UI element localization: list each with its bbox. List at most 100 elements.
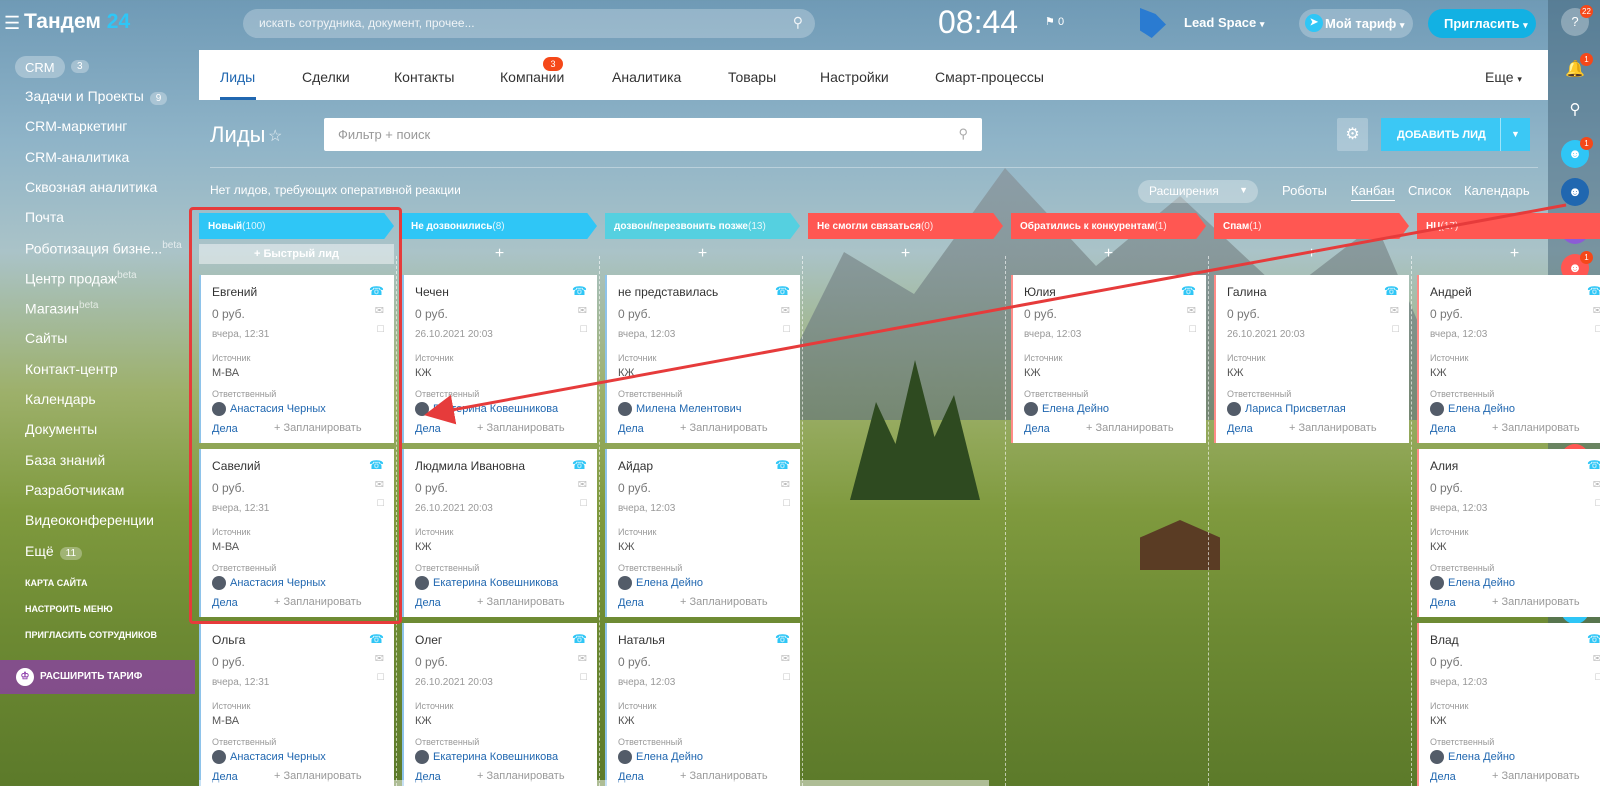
sidebar-item[interactable]: Почта	[25, 209, 64, 225]
mail-icon[interactable]: ✉	[1593, 304, 1600, 317]
sidebar-item[interactable]: Контакт-центр	[25, 361, 118, 377]
invite-button[interactable]: Пригласить ▾	[1428, 9, 1536, 38]
lead-name[interactable]: Юлия	[1024, 285, 1195, 299]
add-card-button[interactable]: +	[1214, 244, 1409, 264]
sidebar-item[interactable]: База знаний	[25, 452, 105, 468]
deals-link[interactable]: Дела	[1024, 423, 1050, 435]
upgrade-tariff-button[interactable]: ♔ РАСШИРИТЬ ТАРИФ	[0, 660, 195, 694]
add-lead-button[interactable]: ДОБАВИТЬ ЛИД ▼	[1381, 118, 1530, 151]
mail-icon[interactable]: ✉	[1390, 304, 1399, 317]
lead-name[interactable]: Олег	[415, 633, 586, 647]
tab-item[interactable]: Аналитика	[612, 69, 681, 85]
view-kanban[interactable]: Канбан	[1351, 183, 1395, 201]
add-card-button[interactable]: +	[605, 244, 800, 264]
tab-item[interactable]: Товары	[728, 69, 776, 85]
chat-icon[interactable]: □	[377, 671, 384, 683]
responsible-user[interactable]: Елена Дейно	[1430, 750, 1600, 764]
lead-card[interactable]: Юлия 0 руб. вчера, 12:03 Источник КЖ Ответств…	[1011, 275, 1206, 443]
tab-more[interactable]: Еще ▾	[1485, 69, 1522, 85]
phone-icon[interactable]: ☎	[1587, 284, 1600, 298]
chat-icon[interactable]: □	[1595, 323, 1600, 335]
chat-icon[interactable]: □	[783, 671, 790, 683]
phone-icon[interactable]: ☎	[1587, 458, 1600, 472]
search-input[interactable]: искать сотрудника, документ, прочее... ⚲	[243, 9, 815, 38]
phone-icon[interactable]: ☎	[775, 284, 790, 298]
chevron-down-icon[interactable]: ▼	[1500, 118, 1530, 151]
lead-name[interactable]: Наталья	[618, 633, 789, 647]
responsible-user[interactable]: Елена Дейно	[1430, 402, 1600, 416]
horizontal-scrollbar[interactable]	[199, 780, 989, 786]
chat-icon[interactable]: □	[1595, 671, 1600, 683]
view-robots[interactable]: Роботы	[1282, 183, 1327, 198]
flag-counter[interactable]: ⚑ 0	[1045, 15, 1064, 28]
phone-icon[interactable]: ☎	[572, 284, 587, 298]
deals-link[interactable]: Дела	[1227, 423, 1253, 435]
lead-card[interactable]: Чечен 0 руб. 26.10.2021 20:03 Источник КЖ Отв…	[402, 275, 597, 443]
lead-card[interactable]: Галина 0 руб. 26.10.2021 20:03 Источник КЖ От…	[1214, 275, 1409, 443]
phone-icon[interactable]: ☎	[775, 458, 790, 472]
bell-icon[interactable]: 🔔 1	[1561, 53, 1593, 84]
chat-icon[interactable]: □	[580, 497, 587, 509]
mail-icon[interactable]: ✉	[578, 652, 587, 665]
phone-icon[interactable]: ☎	[369, 632, 384, 646]
chat-icon[interactable]: □	[1595, 497, 1600, 509]
lead-card[interactable]: Алия 0 руб. вчера, 12:03 Источник КЖ Ответств…	[1417, 449, 1600, 617]
deals-link[interactable]: Дела	[1430, 597, 1456, 609]
lead-name[interactable]: Чечен	[415, 285, 586, 299]
help-icon[interactable]: ? 22	[1561, 5, 1593, 36]
column-header[interactable]: Не смогли связаться(0)	[808, 213, 1003, 239]
deals-link[interactable]: Дела	[415, 597, 441, 609]
sidebar-item[interactable]: Центр продажbeta	[25, 270, 137, 287]
sidebar-item[interactable]: CRM-аналитика	[25, 149, 129, 165]
plan-link[interactable]: + Запланировать	[477, 596, 565, 608]
sidebar-item[interactable]: Магазинbeta	[25, 300, 98, 317]
sidebar-item-crm[interactable]: CRM	[15, 56, 65, 78]
phone-icon[interactable]: ☎	[572, 632, 587, 646]
search-icon[interactable]: ⚲	[1561, 96, 1589, 124]
plan-link[interactable]: + Запланировать	[680, 596, 768, 608]
plan-link[interactable]: + Запланировать	[1492, 422, 1580, 434]
sidebar-item[interactable]: Сквозная аналитика	[25, 179, 157, 195]
lead-name[interactable]: Айдар	[618, 459, 789, 473]
tab-item[interactable]: Компании	[500, 69, 564, 85]
sidebar-item[interactable]: Документы	[25, 421, 97, 437]
invite-staff-link[interactable]: ПРИГЛАСИТЬ СОТРУДНИКОВ	[25, 630, 157, 640]
site-map-link[interactable]: КАРТА САЙТА	[25, 578, 87, 588]
sidebar-item[interactable]: Задачи и Проекты 9	[25, 88, 168, 105]
extensions-dropdown[interactable]: Расширения ▼	[1138, 180, 1258, 203]
mail-icon[interactable]: ✉	[1593, 652, 1600, 665]
column-header[interactable]: Спам(1)	[1214, 213, 1409, 239]
lead-card[interactable]: Олег 0 руб. 26.10.2021 20:03 Источник КЖ Отве…	[402, 623, 597, 786]
sidebar-item[interactable]: Разработчикам	[25, 482, 124, 498]
tariff-button[interactable]: ➤ Мой тариф ▾	[1299, 9, 1413, 38]
responsible-user[interactable]: Елена Дейно	[618, 576, 789, 590]
lead-name[interactable]: Влад	[1430, 633, 1600, 647]
deals-link[interactable]: Дела	[1430, 771, 1456, 783]
responsible-user[interactable]: Елена Дейно	[1430, 576, 1600, 590]
view-list[interactable]: Список	[1408, 183, 1451, 198]
logo[interactable]: Тандем 24	[24, 10, 130, 34]
lead-card[interactable]: Людмила Ивановна 0 руб. 26.10.2021 20:03 Ис…	[402, 449, 597, 617]
add-card-button[interactable]: +	[1417, 244, 1600, 264]
plan-link[interactable]: + Запланировать	[477, 422, 565, 434]
chat-avatar[interactable]: ☻	[1561, 178, 1589, 206]
plan-link[interactable]: + Запланировать	[1086, 422, 1174, 434]
phone-icon[interactable]: ☎	[1384, 284, 1399, 298]
view-calendar[interactable]: Календарь	[1464, 183, 1530, 198]
tab-item[interactable]: Лиды	[220, 69, 255, 85]
sidebar-item[interactable]: Роботизация бизне...beta	[25, 240, 182, 257]
phone-icon[interactable]: ☎	[775, 632, 790, 646]
plan-link[interactable]: + Запланировать	[1289, 422, 1377, 434]
lead-card[interactable]: не представилась 0 руб. вчера, 12:03 Источн…	[605, 275, 800, 443]
tab-item[interactable]: Смарт-процессы	[935, 69, 1044, 85]
mail-icon[interactable]: ✉	[781, 304, 790, 317]
responsible-user[interactable]: Лариса Присветлая	[1227, 402, 1398, 416]
add-card-button[interactable]: +	[1011, 244, 1206, 264]
responsible-user[interactable]: Елена Дейно	[1024, 402, 1195, 416]
lead-name[interactable]: Андрей	[1430, 285, 1600, 299]
responsible-user[interactable]: Екатерина Ковешникова	[415, 402, 586, 416]
add-card-button[interactable]: +	[402, 244, 597, 264]
sidebar-item[interactable]: Ещё 11	[25, 543, 83, 560]
tab-item[interactable]: Сделки	[302, 69, 350, 85]
filter-search-input[interactable]: Фильтр + поиск ⚲	[324, 118, 982, 151]
